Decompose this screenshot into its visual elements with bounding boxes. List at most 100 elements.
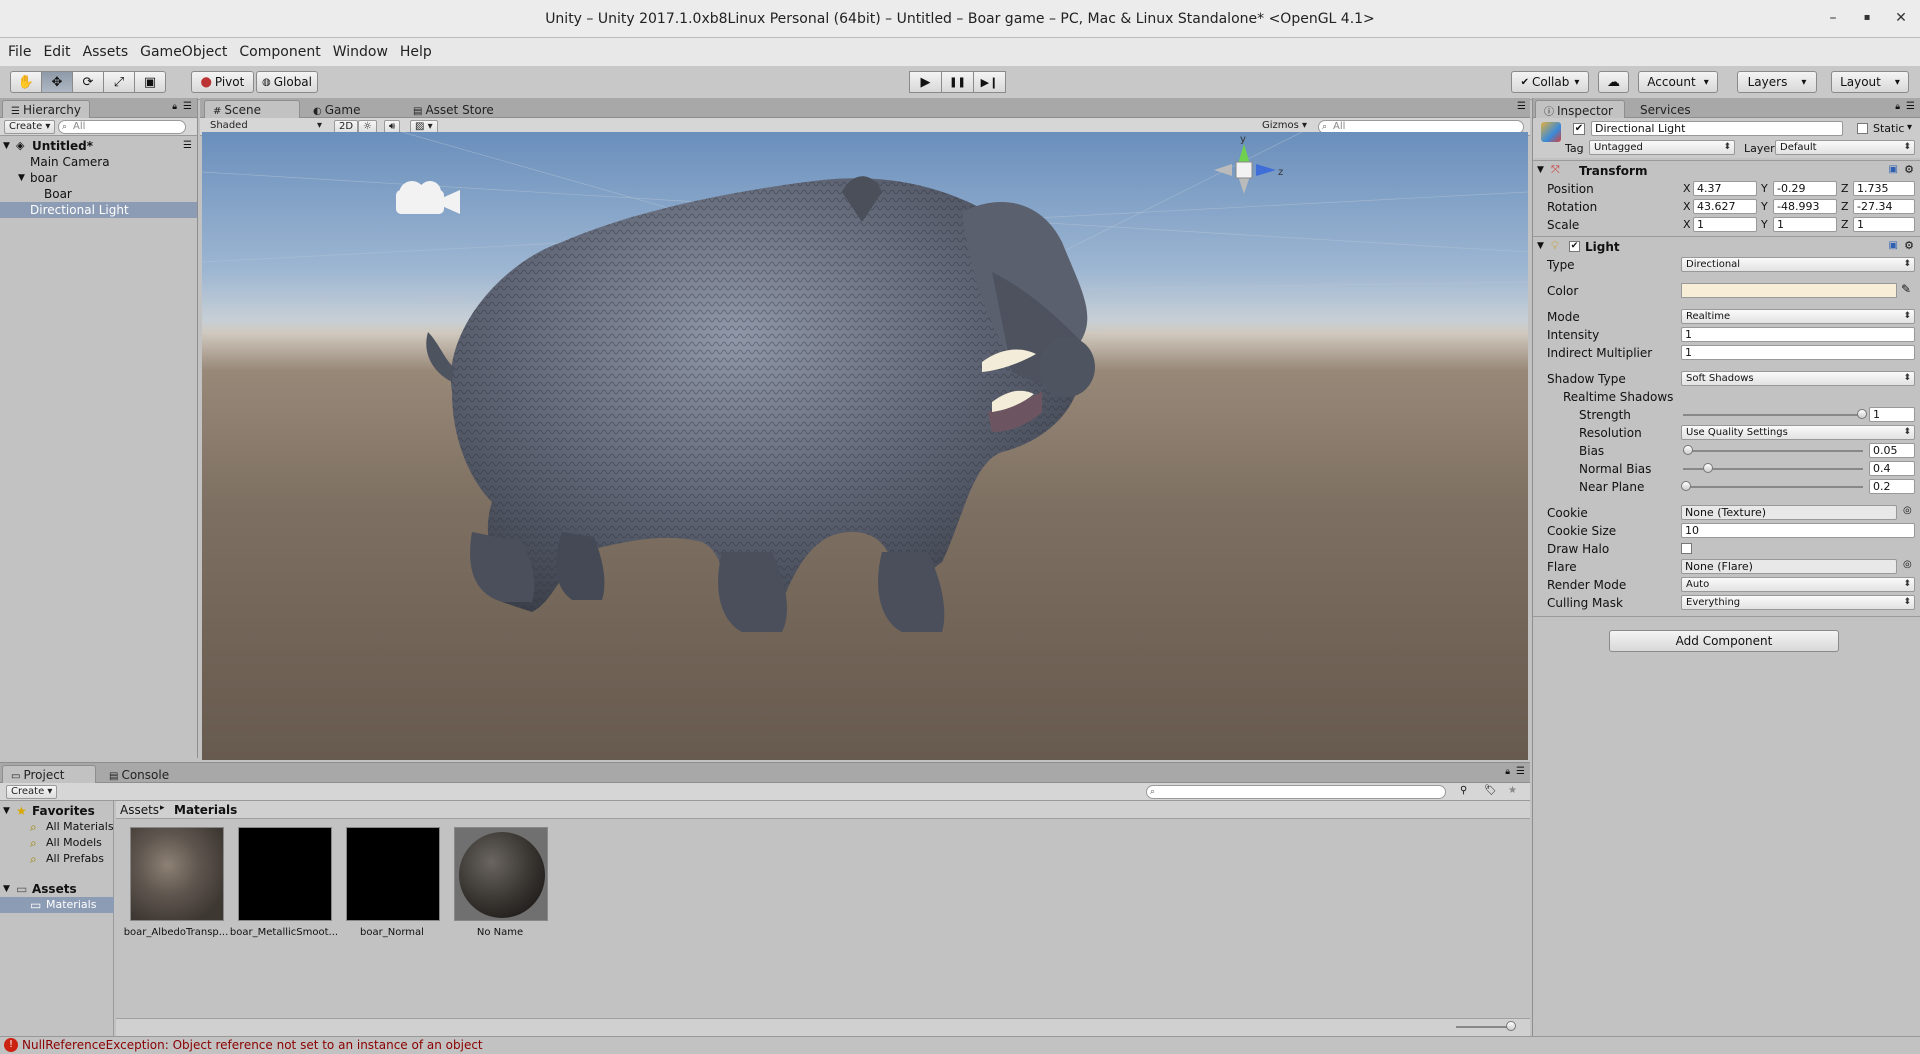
position-x-field[interactable]: 4.37 bbox=[1693, 181, 1757, 196]
menu-window[interactable]: Window bbox=[327, 38, 394, 60]
scale-z-field[interactable]: 1 bbox=[1853, 217, 1915, 232]
hand-tool-icon[interactable]: ✋ bbox=[10, 71, 42, 93]
strength-field[interactable]: 1 bbox=[1869, 407, 1915, 422]
menu-help[interactable]: Help bbox=[394, 38, 438, 60]
gear-icon[interactable]: ⚙ bbox=[1904, 239, 1914, 252]
panel-menu-icon[interactable]: ☰ bbox=[1517, 101, 1526, 112]
resolution-dropdown[interactable]: Use Quality Settings bbox=[1681, 425, 1915, 440]
favorites-row[interactable]: ▼ ★ Favorites bbox=[0, 803, 114, 819]
object-picker-icon[interactable]: ◎ bbox=[1903, 505, 1912, 516]
favorite-all-models[interactable]: ⌕ All Models bbox=[0, 835, 114, 851]
light-enabled-checkbox[interactable]: ✔ bbox=[1569, 241, 1580, 252]
create-button[interactable]: Create ▾ bbox=[4, 120, 56, 134]
layer-dropdown[interactable]: Default bbox=[1775, 140, 1915, 155]
layout-button[interactable]: Layout ▾ bbox=[1831, 71, 1909, 93]
menu-gameobject[interactable]: GameObject bbox=[134, 38, 233, 60]
assets-root-row[interactable]: ▼ ▭ Assets bbox=[0, 881, 114, 897]
transform-header[interactable]: ▼ ⤧ Transform ▣ ⚙ bbox=[1533, 160, 1920, 180]
rotate-tool-icon[interactable]: ⟳ bbox=[72, 71, 104, 93]
rotation-x-field[interactable]: 43.627 bbox=[1693, 199, 1757, 214]
object-picker-icon[interactable]: ◎ bbox=[1903, 559, 1912, 570]
position-y-field[interactable]: -0.29 bbox=[1773, 181, 1837, 196]
folder-materials[interactable]: ▭ Materials bbox=[0, 897, 114, 913]
tag-dropdown[interactable]: Untagged bbox=[1589, 140, 1735, 155]
expand-arrow-icon[interactable]: ▼ bbox=[1537, 165, 1544, 175]
breadcrumb-assets[interactable]: Assets bbox=[120, 803, 159, 817]
tab-asset-store[interactable]: ▤ Asset Store bbox=[404, 100, 504, 118]
project-search-input[interactable]: ⌕ bbox=[1146, 785, 1446, 799]
scale-y-field[interactable]: 1 bbox=[1773, 217, 1837, 232]
position-z-field[interactable]: 1.735 bbox=[1853, 181, 1915, 196]
hierarchy-search-input[interactable]: ⌕ All bbox=[58, 120, 186, 134]
gear-icon[interactable]: ⚙ bbox=[1904, 163, 1914, 176]
static-checkbox[interactable] bbox=[1857, 123, 1868, 134]
panel-menu-icon[interactable]: ☰ bbox=[1516, 766, 1525, 777]
breadcrumb-materials[interactable]: Materials bbox=[174, 803, 237, 817]
scale-tool-icon[interactable]: ⤢ bbox=[103, 71, 135, 93]
color-swatch[interactable] bbox=[1681, 283, 1897, 298]
chevron-down-icon[interactable]: ▾ bbox=[1907, 122, 1912, 133]
hierarchy-item-main-camera[interactable]: Main Camera bbox=[0, 154, 197, 170]
light-type-dropdown[interactable]: Directional bbox=[1681, 257, 1915, 272]
favorite-all-prefabs[interactable]: ⌕ All Prefabs bbox=[0, 851, 114, 867]
tab-inspector[interactable]: ⓘ Inspector bbox=[1535, 100, 1625, 118]
menu-component[interactable]: Component bbox=[233, 38, 326, 60]
normal-bias-field[interactable]: 0.4 bbox=[1869, 461, 1915, 476]
near-plane-slider-knob[interactable] bbox=[1681, 481, 1691, 491]
eyedropper-icon[interactable]: ✎ bbox=[1901, 282, 1911, 296]
tab-scene[interactable]: # Scene bbox=[204, 100, 300, 118]
lock-icon[interactable]: 🔒︎ bbox=[1505, 767, 1510, 777]
flare-field[interactable]: None (Flare) bbox=[1681, 559, 1897, 574]
rotation-y-field[interactable]: -48.993 bbox=[1773, 199, 1837, 214]
near-plane-slider-track[interactable] bbox=[1683, 486, 1863, 488]
tab-game[interactable]: ◐ Game bbox=[304, 100, 400, 118]
add-component-button[interactable]: Add Component bbox=[1609, 630, 1839, 652]
step-button[interactable]: ▶❙ bbox=[973, 71, 1006, 93]
hierarchy-item-directional-light[interactable]: Directional Light bbox=[0, 202, 197, 218]
object-name-field[interactable]: Directional Light bbox=[1591, 121, 1843, 136]
help-icon[interactable]: ▣ bbox=[1889, 164, 1898, 175]
panel-menu-icon[interactable]: ☰ bbox=[1906, 101, 1915, 112]
active-checkbox[interactable]: ✔ bbox=[1573, 123, 1585, 135]
lock-icon[interactable]: 🔒︎ bbox=[1895, 102, 1900, 112]
expand-arrow-icon[interactable]: ▼ bbox=[3, 881, 10, 897]
rotation-z-field[interactable]: -27.34 bbox=[1853, 199, 1915, 214]
near-plane-field[interactable]: 0.2 bbox=[1869, 479, 1915, 494]
tab-hierarchy[interactable]: ☰ Hierarchy bbox=[2, 100, 90, 118]
intensity-field[interactable]: 1 bbox=[1681, 327, 1915, 342]
camera-gizmo-icon[interactable] bbox=[396, 181, 460, 214]
scene-viewport[interactable]: y z bbox=[202, 132, 1528, 760]
light-mode-dropdown[interactable]: Realtime bbox=[1681, 309, 1915, 324]
maximize-button[interactable]: ▪ bbox=[1856, 12, 1878, 23]
thumbnail-size-slider-knob[interactable] bbox=[1506, 1021, 1516, 1031]
scale-x-field[interactable]: 1 bbox=[1693, 217, 1757, 232]
render-mode-dropdown[interactable]: Auto bbox=[1681, 577, 1915, 592]
hierarchy-item-boar-child[interactable]: Boar bbox=[0, 186, 197, 202]
shadow-type-dropdown[interactable]: Soft Shadows bbox=[1681, 371, 1915, 386]
bias-field[interactable]: 0.05 bbox=[1869, 443, 1915, 458]
expand-arrow-icon[interactable]: ▼ bbox=[18, 170, 25, 186]
help-icon[interactable]: ▣ bbox=[1889, 240, 1898, 251]
layers-button[interactable]: Layers ▾ bbox=[1737, 71, 1817, 93]
menu-edit[interactable]: Edit bbox=[37, 38, 76, 60]
close-button[interactable]: ✕ bbox=[1890, 10, 1912, 26]
strength-slider-track[interactable] bbox=[1683, 414, 1863, 416]
play-button[interactable]: ▶ bbox=[909, 71, 942, 93]
rect-tool-icon[interactable]: ▣ bbox=[134, 71, 166, 93]
favorite-all-materials[interactable]: ⌕ All Materials bbox=[0, 819, 114, 835]
culling-mask-dropdown[interactable]: Everything bbox=[1681, 595, 1915, 610]
tab-project[interactable]: ▭ Project bbox=[2, 765, 96, 783]
indirect-multiplier-field[interactable]: 1 bbox=[1681, 345, 1915, 360]
menu-assets[interactable]: Assets bbox=[77, 38, 135, 60]
global-button[interactable]: ◍ Global bbox=[256, 71, 318, 93]
filter-by-type-icon[interactable]: ⚲ bbox=[1460, 785, 1467, 796]
expand-arrow-icon[interactable]: ▼ bbox=[3, 138, 10, 154]
filter-by-label-icon[interactable]: 🏷︎ bbox=[1484, 785, 1497, 796]
cookie-field[interactable]: None (Texture) bbox=[1681, 505, 1897, 520]
expand-arrow-icon[interactable]: ▼ bbox=[1537, 241, 1544, 251]
scene-orientation-gizmo[interactable]: y z bbox=[1214, 134, 1283, 194]
move-tool-icon[interactable]: ✥ bbox=[41, 71, 73, 93]
scene-menu-icon[interactable]: ☰ bbox=[183, 138, 192, 154]
bias-slider-track[interactable] bbox=[1683, 450, 1863, 452]
cloud-button[interactable]: ☁ bbox=[1598, 71, 1629, 93]
